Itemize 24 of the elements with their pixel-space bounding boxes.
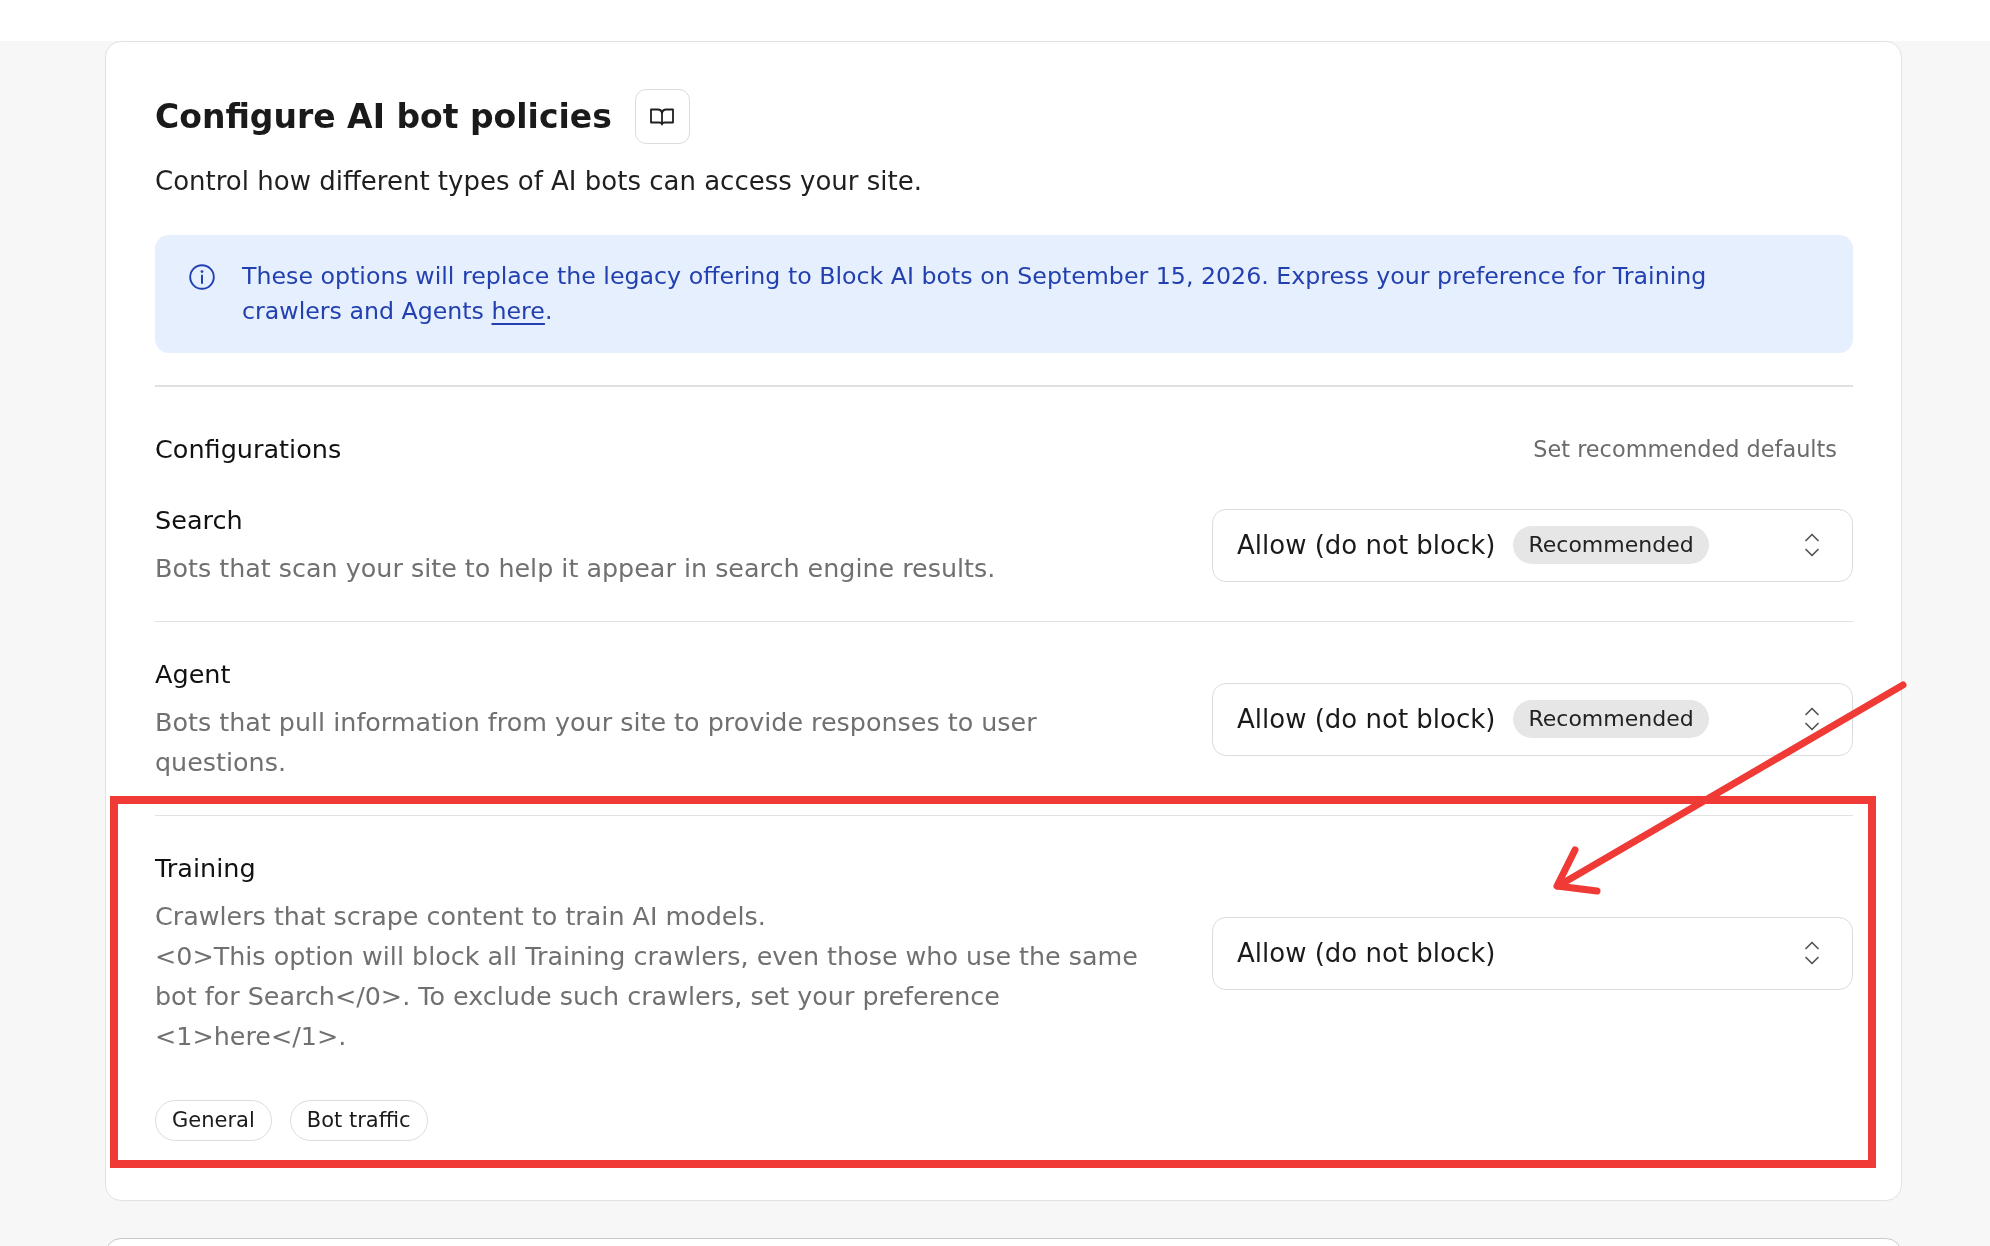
policy-description: Bots that pull information from your site to provide responses to user questions. [155, 705, 1038, 779]
policy-select[interactable]: Allow (do not block) [1212, 916, 1853, 990]
policy-select[interactable]: Allow (do not block) Recommended [1212, 682, 1853, 756]
policy-description: Bots that scan your site to help it appear in search engine results. [155, 551, 997, 585]
policy-note: <0>This option will block all Training crawlers, even those who use the same bot for Search</0>. To exclude such crawlers, set your preference <1>here</1>. [155, 939, 1139, 1053]
page-title: Configure AI bot policies [155, 95, 612, 138]
inline-link[interactable]: here [491, 297, 545, 325]
section-heading: Configurations [155, 432, 342, 466]
policy-title: Agent [155, 657, 232, 691]
book-button[interactable] [634, 89, 690, 144]
policy-title: Search [155, 503, 244, 537]
page-subtitle: Control how different types of AI bots can access your site. [155, 165, 923, 198]
up-down-chevron-icon [1804, 706, 1820, 732]
info-icon [189, 264, 215, 290]
info-message: These options will replace the legacy offering to Block AI bots on September 15, 2026. Express your preference for Training crawlers and Agents here. [242, 261, 1708, 327]
book-icon [650, 107, 675, 126]
policy-title: Training [155, 851, 257, 885]
policy-select[interactable]: Allow (do not block) Recommended [1212, 508, 1853, 582]
up-down-chevron-icon [1804, 940, 1820, 966]
up-down-chevron-icon [1804, 532, 1820, 558]
recommended-badge: Recommended [1513, 700, 1709, 738]
set-defaults-button[interactable]: Set recommended defaults [1517, 429, 1853, 468]
recommended-badge: Recommended [1513, 526, 1709, 564]
policy-description: Crawlers that scrape content to train AI models. [155, 899, 767, 933]
